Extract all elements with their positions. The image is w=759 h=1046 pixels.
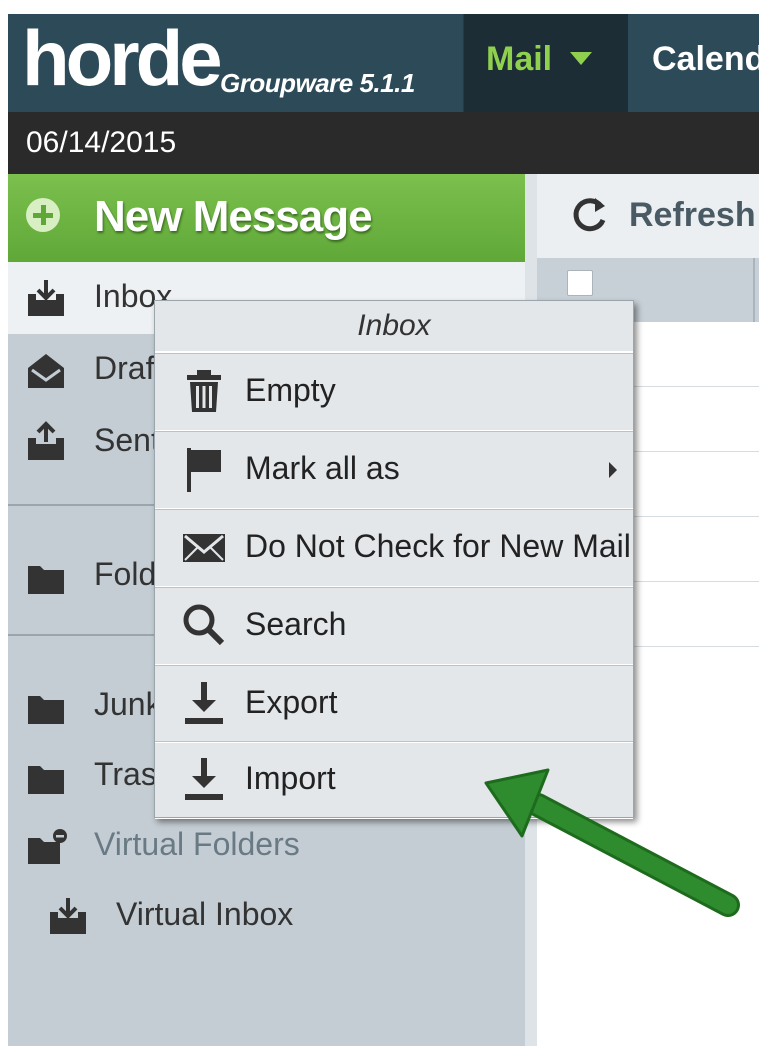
sidebar-item-label: Sent [94,422,160,458]
date-bar: 06/14/2015 [8,112,759,174]
menu-item-do-not-check[interactable]: Do Not Check for New Mail [155,509,633,587]
refresh-icon[interactable] [567,194,611,238]
menu-item-label: Mark all as [245,450,400,486]
folder-icon [28,696,64,724]
menu-item-label: Search [245,606,347,642]
plus-icon [26,198,60,232]
envelope-icon [183,534,225,562]
download-icon [185,682,223,724]
inbox-context-menu: Inbox Empty Mark all as Do Not Check for… [154,300,634,819]
context-menu-title: Inbox [155,301,633,353]
menu-item-label: Import [245,760,336,796]
inbox-icon [28,280,64,316]
envelope-open-icon [28,354,64,388]
download-icon [185,758,223,800]
chevron-right-icon [609,462,617,478]
column-divider [753,258,755,322]
new-message-button[interactable]: New Message [8,174,525,262]
current-date: 06/14/2015 [26,126,177,159]
sidebar-item-virtual-folders[interactable]: Virtual Folders [8,810,525,882]
menu-item-label: Export [245,684,338,720]
menu-item-empty[interactable]: Empty [155,353,633,431]
horde-app: horde Groupware 5.1.1 Mail Calendar 06/1… [8,14,759,1046]
sidebar-item-label: Virtual Inbox [116,896,294,932]
top-bar: horde Groupware 5.1.1 Mail Calendar [8,14,759,112]
menu-item-export[interactable]: Export [155,665,633,743]
menu-item-import[interactable]: Import [155,741,633,819]
sidebar-item-label: Junk [94,686,162,722]
toolbar: Refresh [537,174,759,259]
chevron-down-icon [570,52,592,65]
tab-mail[interactable]: Mail [464,14,628,112]
outbox-icon [28,421,64,460]
refresh-button[interactable]: Refresh [629,196,756,235]
logo-text: horde [22,14,223,102]
tab-mail-label: Mail [486,40,553,78]
trash-icon [187,370,221,412]
folder-icon [28,566,64,594]
menu-item-label: Do Not Check for New Mail [245,528,631,564]
select-all-checkbox[interactable] [567,270,593,296]
menu-item-label: Empty [245,372,336,408]
new-message-label: New Message [94,192,373,241]
menu-item-mark-all-as[interactable]: Mark all as [155,431,633,509]
search-icon [183,604,225,646]
sidebar-item-label: Virtual Folders [94,826,300,862]
tab-calendar-label: Calendar [652,40,759,78]
inbox-icon [50,898,86,934]
tab-calendar[interactable]: Calendar [628,14,759,112]
flag-icon [187,448,221,492]
sidebar-item-virtual-inbox[interactable]: Virtual Inbox [8,880,525,952]
logo-subtitle: Groupware 5.1.1 [220,68,415,98]
folder-minus-icon [28,829,67,864]
folder-icon [28,766,64,794]
menu-item-search[interactable]: Search [155,587,633,665]
logo[interactable]: horde Groupware 5.1.1 [8,14,463,112]
